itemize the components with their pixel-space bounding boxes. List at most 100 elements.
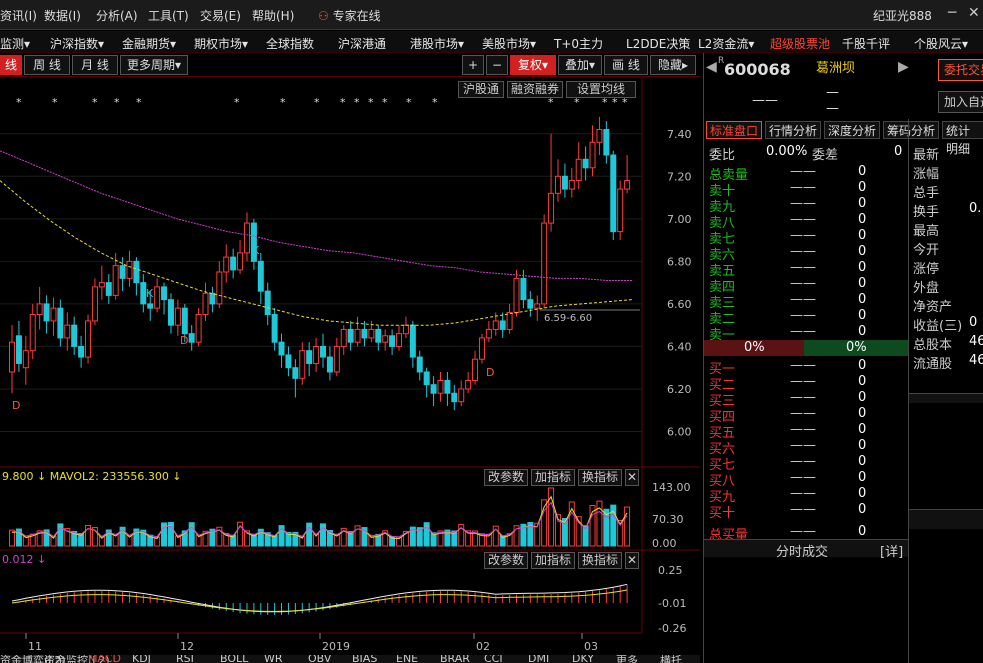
nav-item-stock-pool[interactable]: 超级股票池	[770, 35, 830, 52]
info-label: 总手	[913, 186, 940, 201]
buy-total-row[interactable]: 总买量 —— 0	[704, 524, 908, 543]
next-stock-icon[interactable]: ▶	[898, 59, 909, 75]
ask-row[interactable]: 卖三 —— 0	[704, 292, 908, 311]
tab-analysis[interactable]: 行情分析	[765, 121, 822, 139]
menu-tools[interactable]: 工具(T)	[148, 7, 189, 24]
event-star-icon: *	[340, 96, 346, 109]
ma-setting-button[interactable]: 设置均线	[566, 81, 636, 98]
candle-body	[188, 333, 195, 343]
bid-row[interactable]: 买六 —— 0	[704, 438, 908, 457]
bid-row[interactable]: 买一 —— 0	[704, 358, 908, 377]
indicator-tab[interactable]: WR	[264, 655, 283, 663]
bid-row[interactable]: 买三 —— 0	[704, 390, 908, 409]
overlay-button[interactable]: 叠加▾	[558, 55, 602, 75]
hide-button[interactable]: 隐藏▸	[650, 55, 696, 75]
ask-row[interactable]: 卖八 —— 0	[704, 212, 908, 231]
indicator-tab[interactable]: OBV	[308, 655, 331, 663]
nav-item[interactable]: 监测▾	[0, 35, 30, 52]
close-icon[interactable]: ✕	[968, 5, 980, 21]
bid-row[interactable]: 买七 —— 0	[704, 454, 908, 473]
menu-data[interactable]: 数据(I)	[44, 7, 81, 24]
indicator-tab[interactable]: DMI	[528, 655, 549, 663]
ask-row[interactable]: 卖二 —— 0	[704, 308, 908, 327]
vol-param-button[interactable]: 改参数	[484, 469, 528, 486]
macd-switch-indicator-button[interactable]: 换指标	[578, 552, 622, 569]
indicator-tab[interactable]: MACD	[88, 655, 121, 663]
menu-info[interactable]: 资讯(I)	[0, 7, 37, 24]
indicator-tab[interactable]: DKY	[572, 655, 594, 663]
period-day-button[interactable]: 线	[0, 55, 22, 75]
candle-body	[409, 324, 416, 358]
nav-item[interactable]: 期权市场▾	[194, 35, 248, 52]
nav-item[interactable]: 港股市场▾	[410, 35, 464, 52]
nav-item[interactable]: 个股风云▾	[914, 35, 968, 52]
prev-stock-icon[interactable]: ◀	[706, 59, 717, 75]
bid-row[interactable]: 买九 —— 0	[704, 486, 908, 505]
tab-chips[interactable]: 筹码分析	[883, 121, 940, 139]
expert-online-link[interactable]: ⚇ 专家在线	[318, 7, 381, 24]
draw-line-button[interactable]: 画 线	[604, 55, 648, 75]
info-row: 流通股 46	[913, 353, 983, 372]
bid-row[interactable]: 买十 —— 0	[704, 502, 908, 521]
vol-switch-indicator-button[interactable]: 换指标	[578, 469, 622, 486]
kline-chart[interactable]: * * * * * * * * * * * * * * * * * * * 7.407.207.006.806.60…	[0, 78, 700, 663]
bid-row[interactable]: 买八 —— 0	[704, 470, 908, 489]
macd-close-icon[interactable]: ✕	[625, 552, 639, 569]
menu-help[interactable]: 帮助(H)	[252, 7, 294, 24]
nav-item[interactable]: 沪深指数▾	[50, 35, 104, 52]
nav-item[interactable]: 美股市场▾	[482, 35, 536, 52]
adjust-button[interactable]: 复权▾	[510, 55, 556, 75]
menu-trade[interactable]: 交易(E)	[200, 7, 241, 24]
nav-item[interactable]: L2资金流▾	[698, 35, 754, 52]
nav-item[interactable]: 沪深港通	[338, 35, 386, 52]
vol-add-indicator-button[interactable]: 加指标	[531, 469, 575, 486]
candle-body	[596, 129, 603, 143]
hk-connect-button[interactable]: 沪股通	[458, 81, 504, 98]
info-value: 46	[969, 353, 983, 368]
period-week-button[interactable]: 周 线	[24, 55, 70, 75]
indicator-tab[interactable]: 更多	[616, 655, 638, 663]
indicator-tab[interactable]: CCI	[484, 655, 503, 663]
tick-title: 分时成交	[776, 545, 829, 560]
indicator-tab[interactable]: BIAS	[352, 655, 377, 663]
ask-row[interactable]: 卖九 —— 0	[704, 196, 908, 215]
ask-row[interactable]: 卖五 —— 0	[704, 260, 908, 279]
bid-row[interactable]: 买二 —— 0	[704, 374, 908, 393]
nav-item[interactable]: T+0主力	[554, 35, 603, 52]
trade-button[interactable]: 委托交易	[938, 59, 983, 81]
nav-item[interactable]: 全球指数	[266, 35, 314, 52]
indicator-tab[interactable]: BOLL	[220, 655, 248, 663]
tab-standard[interactable]: 标准盘口	[706, 121, 763, 139]
tick-detail-link[interactable]: [详]	[880, 541, 903, 560]
zoom-out-button[interactable]: −	[486, 55, 508, 75]
menu-analysis[interactable]: 分析(A)	[96, 7, 138, 24]
indicator-tab[interactable]: RSI	[176, 655, 194, 663]
nav-item[interactable]: 千股千评	[842, 35, 890, 52]
vol-close-icon[interactable]: ✕	[625, 469, 639, 486]
ask-row[interactable]: 卖十 —— 0	[704, 180, 908, 199]
more-periods-button[interactable]: 更多周期▾	[120, 55, 188, 75]
indicator-tab[interactable]: 横托	[660, 655, 682, 663]
bid-row[interactable]: 买四 —— 0	[704, 406, 908, 425]
margin-button[interactable]: 融资融券	[507, 81, 563, 98]
macd-param-button[interactable]: 改参数	[484, 552, 528, 569]
nav-item[interactable]: L2DDE决策	[626, 35, 690, 52]
indicator-tab[interactable]: BRAR	[440, 655, 470, 663]
ask-row[interactable]: 卖一 —— 0	[704, 324, 908, 343]
ask-row[interactable]: 卖七 —— 0	[704, 228, 908, 247]
macd-add-indicator-button[interactable]: 加指标	[531, 552, 575, 569]
sell-total-row[interactable]: 总卖量 —— 0	[704, 164, 908, 183]
bid-row[interactable]: 买五 —— 0	[704, 422, 908, 441]
indicator-tab[interactable]: KDJ	[132, 655, 151, 663]
candle-body	[209, 292, 216, 305]
zoom-in-button[interactable]: +	[462, 55, 484, 75]
nav-item[interactable]: 金融期货▾	[122, 35, 176, 52]
tab-depth[interactable]: 深度分析	[824, 121, 881, 139]
ask-row[interactable]: 卖六 —— 0	[704, 244, 908, 263]
period-month-button[interactable]: 月 线	[72, 55, 118, 75]
ask-row[interactable]: 卖四 —— 0	[704, 276, 908, 295]
minimize-icon[interactable]: ─	[948, 5, 956, 21]
tab-stats[interactable]: 统计明细	[942, 121, 983, 156]
indicator-tab[interactable]: ENE	[396, 655, 418, 663]
add-watchlist-button[interactable]: 加入自选	[938, 91, 983, 113]
